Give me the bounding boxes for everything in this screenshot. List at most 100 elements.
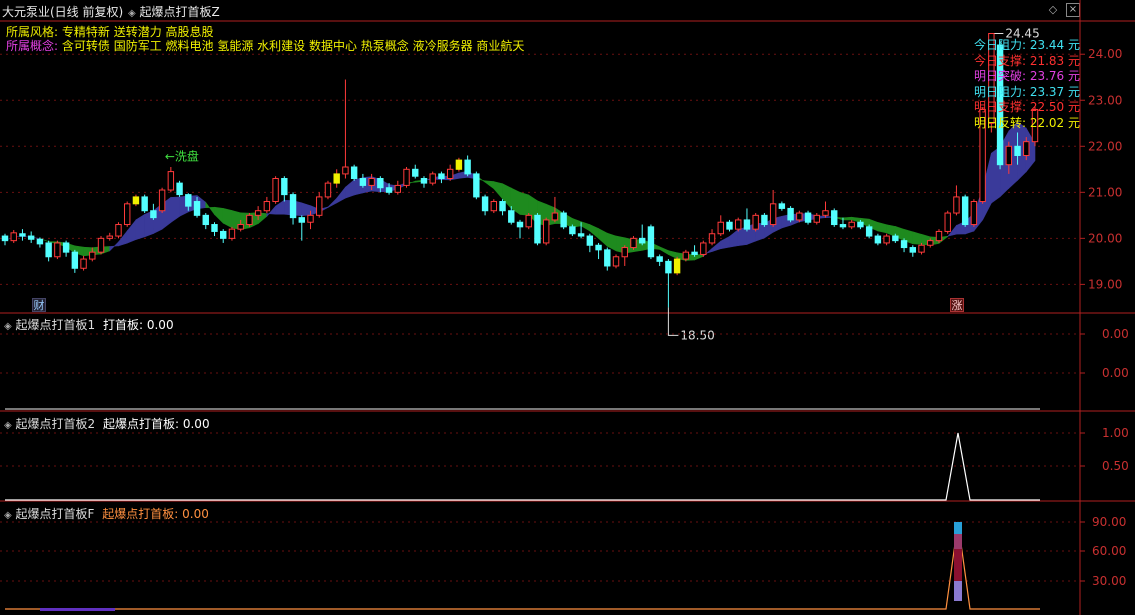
- candle: [769, 203, 777, 226]
- candle: [918, 244, 925, 253]
- ma-ribbon: [720, 236, 730, 250]
- limit-up-badge[interactable]: 涨: [950, 298, 964, 312]
- candle: [342, 166, 349, 175]
- candle: [429, 173, 436, 184]
- candle: [499, 201, 506, 212]
- candle: [787, 207, 794, 221]
- candle: [272, 178, 279, 203]
- chart-canvas[interactable]: 24.0023.0022.0021.0020.0019.0024.4518.50…: [0, 0, 1135, 615]
- candle: [36, 238, 44, 245]
- candle: [62, 242, 70, 253]
- panel3-bar: [954, 549, 962, 581]
- candle: [438, 173, 445, 180]
- candle: [682, 251, 690, 260]
- y-tick-label: 20.00: [1088, 231, 1122, 245]
- candle: [831, 210, 838, 226]
- ma-ribbon: [606, 232, 617, 252]
- candle: [743, 219, 751, 230]
- candle: [71, 251, 79, 269]
- candle: [412, 168, 419, 177]
- panel3-title[interactable]: ◈ 起爆点打首板F 起爆点打首板: 0.00: [4, 505, 209, 522]
- candle: [508, 210, 515, 223]
- candle: [106, 235, 113, 239]
- panel2-title[interactable]: ◈ 起爆点打首板2 起爆点打首板: 0.00: [4, 415, 210, 432]
- finance-badge[interactable]: 财: [32, 298, 46, 312]
- candle: [874, 235, 882, 244]
- ma-ribbon: [109, 241, 119, 252]
- wash-annotation: ←洗盘: [165, 148, 199, 163]
- candle: [865, 226, 873, 237]
- candle: [289, 194, 297, 219]
- candle: [115, 224, 122, 237]
- ma-ribbon: [519, 191, 530, 216]
- panel3-bar: [954, 534, 962, 549]
- panel2-collapse-icon[interactable]: ◈: [4, 420, 12, 431]
- candle: [123, 203, 131, 226]
- ma-ribbon: [851, 216, 861, 223]
- ma-ribbon: [668, 250, 678, 260]
- panel3-bar: [954, 522, 962, 534]
- panel1-title[interactable]: ◈ 起爆点打首板1 打首板: 0.00: [4, 316, 174, 333]
- candle: [281, 178, 288, 196]
- candle: [717, 221, 724, 235]
- candle: [673, 258, 681, 274]
- candle: [350, 166, 358, 180]
- candle: [167, 171, 175, 191]
- candle: [900, 240, 908, 249]
- ma-ribbon: [842, 216, 852, 221]
- panel3-bar: [954, 581, 962, 601]
- panel3-name: 起爆点打首板F: [15, 507, 95, 521]
- panel1-value: 打首板: 0.00: [103, 318, 174, 332]
- candle: [534, 214, 541, 244]
- candle: [403, 168, 410, 186]
- ma-ribbon: [886, 224, 896, 237]
- candle: [525, 214, 532, 228]
- ma-ribbon: [598, 228, 608, 247]
- y-tick-label: 23.00: [1088, 93, 1122, 107]
- candle: [481, 196, 489, 212]
- candle: [935, 230, 943, 242]
- candle: [307, 214, 314, 223]
- candle: [359, 178, 367, 186]
- panel2-tick: 0.50: [1102, 459, 1129, 473]
- candle: [19, 233, 26, 237]
- candle: [150, 210, 157, 219]
- candle: [638, 237, 646, 244]
- ma-ribbon: [912, 231, 922, 245]
- candle: [691, 251, 698, 255]
- candle: [612, 256, 620, 267]
- panel2-name: 起爆点打首板2: [15, 417, 96, 431]
- candle: [1, 235, 9, 242]
- candle: [455, 159, 463, 170]
- candle: [647, 226, 655, 258]
- panel1-tick: 0.00: [1102, 327, 1129, 341]
- ma-ribbon: [301, 202, 311, 217]
- candle: [735, 219, 742, 230]
- candle: [263, 201, 271, 212]
- candle: [813, 214, 820, 223]
- candle: [595, 244, 602, 251]
- candle: [752, 214, 759, 230]
- ma-ribbon: [572, 217, 582, 228]
- candle: [542, 219, 550, 244]
- candle: [202, 214, 209, 226]
- candle: [176, 182, 183, 196]
- candle: [211, 224, 218, 232]
- candle: [665, 260, 672, 274]
- legend-item: 明日反转: 22.02 元: [973, 115, 1080, 130]
- candle: [446, 168, 454, 180]
- y-tick-label: 21.00: [1088, 185, 1122, 199]
- candle: [892, 235, 899, 242]
- candle: [298, 217, 305, 223]
- panel1-collapse-icon[interactable]: ◈: [4, 321, 12, 332]
- candle: [27, 235, 35, 240]
- legend-item: 明日突破: 23.76 元: [973, 69, 1080, 83]
- candle: [185, 194, 192, 207]
- ma-ribbon: [170, 196, 180, 224]
- candle: [54, 242, 61, 258]
- panel3-collapse-icon[interactable]: ◈: [4, 510, 12, 521]
- ma-ribbon: [222, 208, 233, 229]
- candle: [324, 182, 332, 198]
- candle: [726, 221, 733, 230]
- panel3-value: 起爆点打首板: 0.00: [102, 507, 209, 521]
